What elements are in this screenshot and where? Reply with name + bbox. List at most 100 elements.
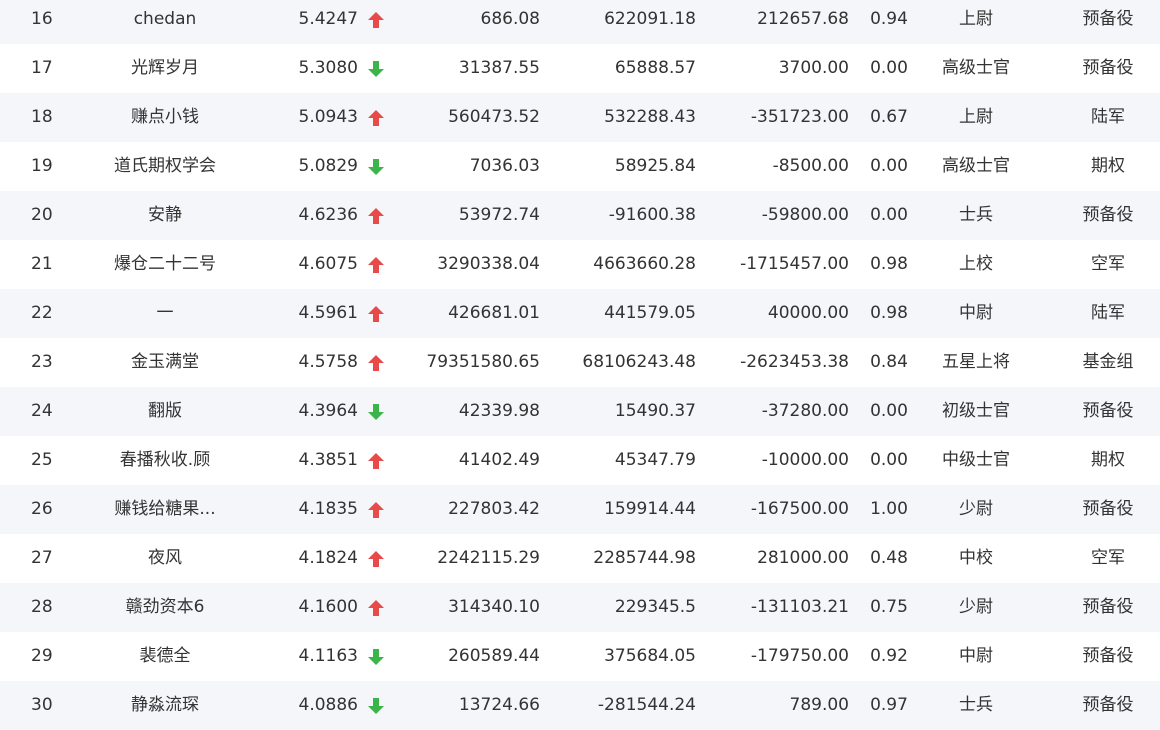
arrow-up-icon	[364, 0, 390, 44]
value1-cell: 426681.01	[448, 303, 540, 323]
score-cell: 5.0943	[298, 107, 358, 127]
level-cell: 士兵	[959, 695, 993, 715]
level-cell: 高级士官	[942, 58, 1010, 78]
arrow-up-icon	[364, 436, 390, 485]
ratio-cell: 0.98	[870, 254, 908, 274]
table-row[interactable]: 23 金玉满堂 4.5758 79351580.65 68106243.48 -26234…	[0, 338, 1160, 387]
score-cell: 4.6236	[298, 205, 358, 225]
group-cell: 预备役	[1082, 9, 1134, 29]
ratio-cell: 0.75	[870, 597, 908, 617]
score-cell: 5.3080	[298, 58, 358, 78]
rank-cell: 30	[31, 695, 53, 715]
rank-cell: 22	[31, 303, 53, 323]
score-cell: 4.3851	[298, 450, 358, 470]
table-row[interactable]: 21 爆仓二十二号 4.6075 3290338.04 4663660.28 -17154…	[0, 240, 1160, 289]
value1-cell: 260589.44	[448, 646, 540, 666]
name-cell: 爆仓二十二号	[114, 254, 216, 274]
value3-cell: -2623453.38	[740, 352, 849, 372]
ratio-cell: 0.48	[870, 548, 908, 568]
value1-cell: 53972.74	[458, 205, 540, 225]
value1-cell: 42339.98	[458, 401, 540, 421]
rank-cell: 28	[31, 597, 53, 617]
group-cell: 预备役	[1082, 597, 1134, 617]
level-cell: 中尉	[959, 303, 993, 323]
name-cell: 静淼流琛	[131, 695, 199, 715]
value2-cell: 375684.05	[604, 646, 696, 666]
rank-cell: 21	[31, 254, 53, 274]
table-row[interactable]: 27 夜风 4.1824 2242115.29 2285744.98 281000.00 0…	[0, 534, 1160, 583]
level-cell: 上校	[959, 254, 993, 274]
value3-cell: -179750.00	[750, 646, 849, 666]
value1-cell: 3290338.04	[437, 254, 540, 274]
ratio-cell: 0.00	[870, 58, 908, 78]
value3-cell: -8500.00	[772, 156, 849, 176]
table-row[interactable]: 29 裴德全 4.1163 260589.44 375684.05 -179750.00 0…	[0, 632, 1160, 681]
name-cell: 金玉满堂	[131, 352, 199, 372]
table-row[interactable]: 20 安静 4.6236 53972.74 -91600.38 -59800.00 0.00…	[0, 191, 1160, 240]
table-row[interactable]: 22 一 4.5961 426681.01 441579.05 40000.00 0.98 中…	[0, 289, 1160, 338]
value3-cell: -167500.00	[750, 499, 849, 519]
table-row[interactable]: 17 光辉岁月 5.3080 31387.55 65888.57 3700.00 0.00 高…	[0, 44, 1160, 93]
group-cell: 期权	[1091, 450, 1125, 470]
table-row[interactable]: 25 春播秋收.顾 4.3851 41402.49 45347.79 -10000.00 0…	[0, 436, 1160, 485]
value3-cell: 212657.68	[757, 9, 849, 29]
ratio-cell: 0.67	[870, 107, 908, 127]
arrow-down-icon	[364, 387, 390, 436]
rank-cell: 25	[31, 450, 53, 470]
value1-cell: 13724.66	[458, 695, 540, 715]
level-cell: 上尉	[959, 107, 993, 127]
level-cell: 高级士官	[942, 156, 1010, 176]
level-cell: 中尉	[959, 646, 993, 666]
level-cell: 士兵	[959, 205, 993, 225]
group-cell: 预备役	[1082, 205, 1134, 225]
value2-cell: -91600.38	[608, 205, 696, 225]
score-cell: 5.0829	[298, 156, 358, 176]
value1-cell: 227803.42	[448, 499, 540, 519]
name-cell: 安静	[148, 205, 182, 225]
group-cell: 陆军	[1091, 303, 1125, 323]
table-row[interactable]: 19 道氏期权学会 5.0829 7036.03 58925.84 -8500.00 0.0…	[0, 142, 1160, 191]
ratio-cell: 0.84	[870, 352, 908, 372]
rank-cell: 29	[31, 646, 53, 666]
level-cell: 上尉	[959, 9, 993, 29]
ratio-cell: 0.00	[870, 156, 908, 176]
arrow-up-icon	[364, 93, 390, 142]
ratio-cell: 1.00	[870, 499, 908, 519]
score-cell: 5.4247	[298, 9, 358, 29]
group-cell: 预备役	[1082, 646, 1134, 666]
table-row[interactable]: 24 翻版 4.3964 42339.98 15490.37 -37280.00 0.00 初…	[0, 387, 1160, 436]
name-cell: 赚钱给糖果...	[114, 499, 216, 519]
level-cell: 少尉	[959, 499, 993, 519]
value2-cell: 58925.84	[614, 156, 696, 176]
arrow-down-icon	[364, 44, 390, 93]
value1-cell: 41402.49	[458, 450, 540, 470]
group-cell: 预备役	[1082, 695, 1134, 715]
ratio-cell: 0.00	[870, 450, 908, 470]
value2-cell: 2285744.98	[593, 548, 696, 568]
value3-cell: -10000.00	[761, 450, 849, 470]
arrow-down-icon	[364, 632, 390, 681]
score-cell: 4.5758	[298, 352, 358, 372]
score-cell: 4.0886	[298, 695, 358, 715]
value3-cell: -351723.00	[750, 107, 849, 127]
group-cell: 预备役	[1082, 58, 1134, 78]
arrow-up-icon	[364, 485, 390, 534]
table-row[interactable]: 18 赚点小钱 5.0943 560473.52 532288.43 -351723.00…	[0, 93, 1160, 142]
ranking-table: 16 chedan 5.4247 686.08 622091.18 212657.68 0.…	[0, 0, 1160, 724]
value2-cell: 441579.05	[604, 303, 696, 323]
table-row[interactable]: 16 chedan 5.4247 686.08 622091.18 212657.68 0.…	[0, 0, 1160, 44]
level-cell: 中校	[959, 548, 993, 568]
name-cell: 道氏期权学会	[114, 156, 216, 176]
table-row[interactable]: 26 赚钱给糖果... 4.1835 227803.42 159914.44 -16750…	[0, 485, 1160, 534]
value2-cell: 68106243.48	[582, 352, 696, 372]
value2-cell: 229345.5	[614, 597, 696, 617]
ratio-cell: 0.00	[870, 401, 908, 421]
value3-cell: 281000.00	[757, 548, 849, 568]
table-row[interactable]: 30 静淼流琛 4.0886 13724.66 -281544.24 789.00 0.97…	[0, 681, 1160, 730]
value2-cell: 4663660.28	[593, 254, 696, 274]
rank-cell: 24	[31, 401, 53, 421]
level-cell: 少尉	[959, 597, 993, 617]
table-row[interactable]: 28 赣劲资本6 4.1600 314340.10 229345.5 -131103.21…	[0, 583, 1160, 632]
group-cell: 预备役	[1082, 499, 1134, 519]
value2-cell: 65888.57	[614, 58, 696, 78]
